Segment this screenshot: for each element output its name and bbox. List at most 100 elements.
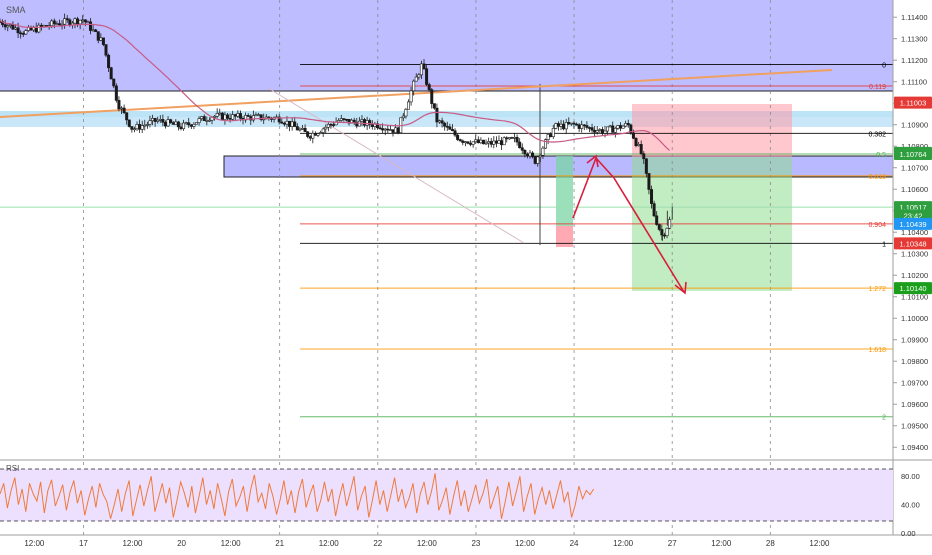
candle-body — [16, 27, 20, 34]
candle-body — [443, 122, 447, 127]
candle-body — [507, 137, 511, 140]
candle-body — [288, 120, 292, 127]
candle-body — [32, 27, 36, 31]
candle-body — [637, 144, 641, 147]
candle-body — [109, 67, 113, 80]
candle-body — [494, 140, 498, 144]
candle-body — [215, 113, 219, 117]
candle-body — [419, 63, 423, 76]
candle-body — [585, 125, 589, 128]
candle-body — [484, 142, 488, 145]
time-tick-label: 20 — [177, 539, 186, 548]
price-tick-label: 1.10700 — [901, 164, 928, 173]
candle-body — [510, 137, 514, 139]
short-stop-zone[interactable] — [632, 104, 792, 157]
rsi-tick-label: 40.00 — [901, 501, 920, 510]
candle-body — [595, 130, 599, 133]
candle-body — [471, 141, 475, 145]
candle-body — [440, 120, 444, 124]
candle-body — [55, 23, 59, 25]
time-tick-label: 12:00 — [613, 539, 634, 548]
candle-body — [298, 128, 302, 131]
candle-body — [556, 123, 560, 127]
candle-body — [169, 119, 173, 123]
candle-body — [326, 124, 330, 128]
candle-body — [593, 129, 597, 133]
candle-body — [611, 125, 615, 133]
candle-body — [502, 137, 506, 146]
long-target-zone[interactable] — [556, 156, 573, 226]
candle-body — [50, 20, 54, 27]
fib-level-label: 2 — [882, 415, 886, 422]
candle-body — [246, 115, 250, 117]
price-tick-label: 1.10600 — [901, 185, 928, 194]
price-badge-text: 1.10764 — [899, 150, 926, 159]
candle-body — [463, 141, 467, 143]
candle-body — [603, 130, 607, 134]
candle-body — [21, 33, 25, 35]
candle-body — [549, 134, 553, 137]
rsi-label[interactable]: RSI — [6, 464, 19, 473]
candle-body — [207, 119, 211, 122]
candle-body — [528, 152, 532, 157]
candle-body — [236, 113, 240, 117]
candle-body — [332, 124, 336, 126]
candle-body — [316, 133, 320, 136]
candle-body — [624, 123, 628, 127]
fib-level-label: 0.382 — [868, 131, 886, 138]
candle-body — [458, 139, 462, 142]
candle-body — [587, 127, 591, 129]
candle-body — [655, 215, 659, 225]
candle-body — [657, 224, 661, 230]
candle-body — [3, 24, 7, 28]
candle-body — [412, 80, 416, 92]
candle-body — [430, 89, 434, 104]
price-badge-text: 1.10140 — [899, 284, 926, 293]
candle-body — [254, 114, 258, 117]
candle-body — [363, 119, 367, 126]
candle-body — [220, 112, 224, 120]
price-tick-label: 1.10200 — [901, 271, 928, 280]
candle-body — [202, 116, 206, 121]
chart-canvas[interactable]: 0 0.119 0.382 0.5 0.618 0.904 1 1.272 1.618 2 80.… — [0, 0, 932, 550]
candle-body — [182, 122, 186, 130]
candle-body — [94, 29, 98, 32]
candle-body — [65, 18, 69, 21]
candle-body — [520, 147, 524, 151]
candle-body — [63, 18, 67, 25]
candle-body — [171, 122, 175, 125]
candle-body — [151, 117, 155, 122]
candle-body — [285, 120, 289, 125]
candle-body — [414, 76, 418, 82]
candle-body — [114, 85, 118, 101]
price-tick-label: 1.09500 — [901, 422, 928, 431]
candle-body — [401, 115, 405, 119]
candle-body — [406, 101, 410, 110]
candle-body — [538, 155, 542, 158]
candle-body — [107, 54, 111, 69]
time-tick-label: 12:00 — [122, 539, 143, 548]
candle-body — [360, 119, 364, 122]
candle-body — [99, 37, 103, 41]
candle-body — [143, 124, 147, 127]
symbol-label[interactable]: SMA — [6, 5, 26, 15]
candle-body — [238, 113, 242, 119]
candle-body — [132, 128, 136, 131]
price-badge-text: 1.10348 — [899, 239, 926, 248]
fib-level-label: 0.119 — [869, 84, 886, 91]
trading-chart[interactable]: 0 0.119 0.382 0.5 0.618 0.904 1 1.272 1.618 2 80.… — [0, 0, 932, 550]
candle-body — [223, 114, 227, 120]
candle-body — [476, 139, 480, 144]
candle-body — [233, 114, 237, 117]
candle-body — [68, 19, 72, 26]
candle-body — [282, 122, 286, 125]
supply-zone-upper[interactable] — [0, 0, 893, 91]
candle-body — [456, 134, 460, 140]
candle-body — [647, 173, 651, 190]
price-tick-label: 1.09400 — [901, 443, 928, 452]
candle-body — [386, 128, 390, 131]
candle-body — [417, 74, 421, 78]
price-tick-label: 1.09900 — [901, 336, 928, 345]
time-tick-label: 22 — [373, 539, 382, 548]
candle-body — [453, 130, 457, 136]
